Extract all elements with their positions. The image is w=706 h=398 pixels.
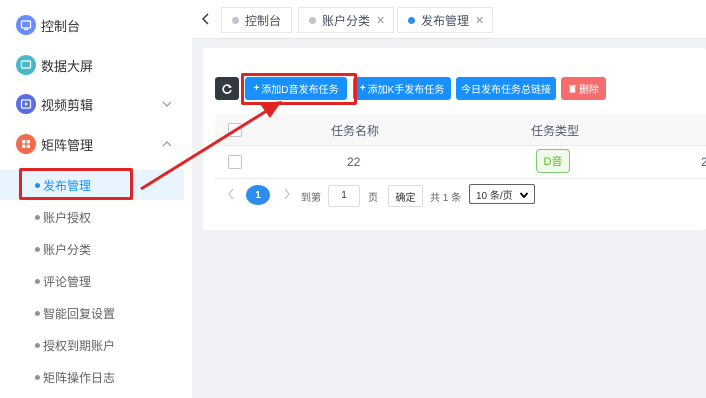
annotation-arrow-icon <box>140 101 282 191</box>
